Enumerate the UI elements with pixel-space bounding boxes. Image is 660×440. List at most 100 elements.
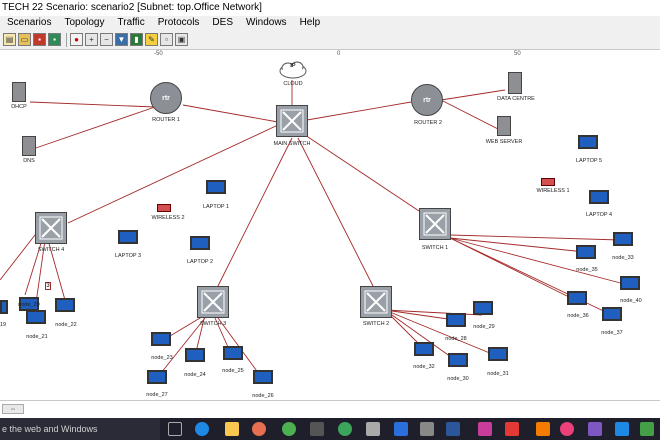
firefox-icon[interactable] [252, 422, 266, 436]
file-explorer-icon[interactable] [225, 422, 239, 436]
node-37-icon[interactable] [602, 307, 622, 321]
node-23-label: node_23 [151, 355, 173, 361]
node-24-icon[interactable] [185, 348, 205, 362]
node-22-label: node_22 [55, 322, 77, 328]
flow-icon[interactable]: ▼ [115, 33, 128, 46]
laptop4-icon[interactable] [589, 190, 609, 204]
dns-server-icon[interactable] [22, 136, 36, 156]
data-centre-label: DATA CENTRE [497, 96, 535, 102]
cloud-label: CLOUD [283, 81, 303, 87]
window-title: TECH 22 Scenario: scenario2 [Subnet: top… [0, 0, 660, 16]
menu-traffic[interactable]: Traffic [111, 16, 151, 30]
app7-icon[interactable] [588, 422, 602, 436]
chrome-icon[interactable] [282, 422, 296, 436]
main-switch-icon[interactable] [276, 105, 308, 137]
laptop5-icon[interactable] [578, 135, 598, 149]
map-icon[interactable]: ● [70, 33, 83, 46]
edge-browser-icon[interactable] [195, 422, 209, 436]
switch1-icon[interactable] [419, 208, 451, 240]
app5-icon[interactable] [536, 422, 550, 436]
toolbar-separator [66, 32, 67, 47]
configure-icon[interactable]: ✎ [145, 33, 158, 46]
switch3-icon[interactable] [197, 286, 229, 318]
node-30-label: node_30 [447, 376, 469, 382]
switch2-label: SWITCH 2 [362, 321, 390, 327]
taskbar-search-box[interactable]: e the web and Windows [0, 418, 160, 440]
new-icon[interactable]: ▤ [3, 33, 16, 46]
node-36-icon[interactable] [567, 291, 587, 305]
vscode-icon[interactable] [394, 422, 408, 436]
menu-bar: Scenarios Topology Traffic Protocols DES… [0, 16, 660, 30]
node-22-icon[interactable] [55, 298, 75, 312]
link-count-badge[interactable]: 3 [45, 282, 51, 290]
router1-icon[interactable]: rtr [150, 82, 182, 114]
node-27-label: node_27 [146, 392, 168, 398]
node-33-icon[interactable] [613, 232, 633, 246]
node-19-icon[interactable] [0, 300, 8, 314]
app-icon[interactable] [310, 422, 324, 436]
node-21-label: node_21 [26, 334, 48, 340]
horizontal-scrollbar[interactable]: ⇔ [0, 400, 660, 418]
toolbar: ▤ ▭ ▪ ▪ ● + − ▼ ▮ ✎ ▫ ▣ [0, 30, 660, 50]
laptop2-icon[interactable] [190, 236, 210, 250]
menu-des[interactable]: DES [205, 16, 239, 30]
app6-icon[interactable] [560, 422, 574, 436]
run-icon[interactable]: ▫ [160, 33, 173, 46]
chrome-alt-icon[interactable] [338, 422, 352, 436]
task-view-icon[interactable] [168, 422, 182, 436]
wireless2-router-icon[interactable] [157, 204, 171, 212]
app4-icon[interactable] [505, 422, 519, 436]
wireless1-router-icon[interactable] [541, 178, 555, 186]
switch4-icon[interactable] [35, 212, 67, 244]
switch2-icon[interactable] [360, 286, 392, 318]
ruler-tick: 0 [337, 51, 341, 57]
node-30-icon[interactable] [448, 353, 468, 367]
router2-icon[interactable]: rtr [411, 84, 443, 116]
laptop3-label: LAPTOP 3 [114, 253, 142, 259]
data-centre-server-icon[interactable] [508, 72, 522, 94]
node-27-icon[interactable] [147, 370, 167, 384]
zoom-out-icon[interactable]: − [100, 33, 113, 46]
node-23-icon[interactable] [151, 332, 171, 346]
zoom-in-icon[interactable]: + [85, 33, 98, 46]
open-icon[interactable]: ▭ [18, 33, 31, 46]
node-28-label: node_28 [445, 336, 467, 342]
node-31-icon[interactable] [488, 347, 508, 361]
word-icon[interactable] [446, 422, 460, 436]
network-canvas[interactable]: IP CLOUD DHCP DNS rtr ROUTER 1 rtr ROUTE… [0, 60, 660, 400]
app8-icon[interactable] [615, 422, 629, 436]
menu-topology[interactable]: Topology [57, 16, 110, 30]
laptop1-icon[interactable] [206, 180, 226, 194]
router2-label: ROUTER 2 [414, 120, 442, 126]
node-25-label: node_25 [222, 368, 244, 374]
node-32-icon[interactable] [414, 342, 434, 356]
print-icon[interactable]: ▪ [48, 33, 61, 46]
node-32-label: node_32 [413, 364, 435, 370]
wireless2-label: WIRELESS 2 [151, 215, 185, 221]
settings-icon[interactable] [366, 422, 380, 436]
device-icon[interactable]: ▮ [130, 33, 143, 46]
menu-help[interactable]: Help [293, 16, 327, 30]
ruler-tick: -50 [154, 51, 163, 57]
node-29-icon[interactable] [473, 301, 493, 315]
web-server-icon[interactable] [497, 116, 511, 136]
node-24-label: node_24 [184, 372, 206, 378]
app9-icon[interactable] [640, 422, 654, 436]
app3-icon[interactable] [478, 422, 492, 436]
menu-windows[interactable]: Windows [239, 16, 293, 30]
node-40-icon[interactable] [620, 276, 640, 290]
node-26-icon[interactable] [253, 370, 273, 384]
results-icon[interactable]: ▣ [175, 33, 188, 46]
dhcp-server-icon[interactable] [12, 82, 26, 102]
laptop5-label: LAPTOP 5 [575, 158, 603, 164]
node-28-icon[interactable] [446, 313, 466, 327]
save-icon[interactable]: ▪ [33, 33, 46, 46]
menu-scenarios[interactable]: Scenarios [0, 16, 57, 30]
node-35-icon[interactable] [576, 245, 596, 259]
scroll-thumb[interactable]: ⇔ [2, 404, 24, 414]
app2-icon[interactable] [420, 422, 434, 436]
node-21-icon[interactable] [26, 310, 46, 324]
laptop3-icon[interactable] [118, 230, 138, 244]
node-25-icon[interactable] [223, 346, 243, 360]
menu-protocols[interactable]: Protocols [151, 16, 206, 30]
